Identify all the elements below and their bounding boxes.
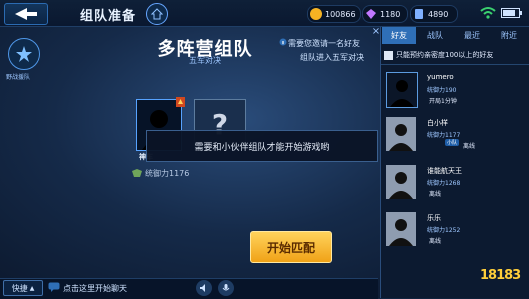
friend-power: 统御力190 (427, 87, 457, 94)
friend-name: 乐乐 (427, 214, 441, 222)
invite-hint-2: 组队进入五军对决 (300, 53, 364, 62)
friend-status: 离线 (429, 191, 442, 198)
friend-item[interactable]: 白小样 统御力1177 小队 离线 (383, 115, 529, 155)
avatar (386, 117, 416, 151)
back-button[interactable] (4, 3, 48, 25)
chevron-up-icon: ▲ (29, 284, 35, 292)
friend-status: 开局1分钟 (429, 98, 457, 105)
tab-recent[interactable]: 最近 (455, 27, 489, 44)
invite-hint: 需要您邀请一名好友 (288, 39, 360, 48)
friend-item[interactable]: yumero 统御力190 开局1分钟 (383, 70, 529, 110)
battery-icon (501, 8, 522, 18)
diamond-icon (366, 9, 376, 19)
squad-badge: 小队 (445, 139, 460, 146)
friend-status: 离线 (429, 238, 442, 245)
start-match-button[interactable]: 开始匹配 (250, 231, 332, 263)
back-arrow-icon (15, 8, 37, 20)
watermark-logo: 18183 (480, 268, 521, 283)
friend-item[interactable]: 谁能航天王 统御力1268 离线 (383, 163, 529, 203)
page-title: 组队准备 (80, 9, 137, 24)
reserve-filter-row[interactable]: 只能预约亲密度100以上的好友 (381, 46, 529, 65)
friend-name: yumero (427, 73, 454, 81)
friend-name: 白小样 (427, 119, 448, 127)
tab-clan[interactable]: 战队 (418, 27, 452, 44)
info-icon (279, 38, 287, 46)
microphone-icon (222, 284, 230, 291)
friend-power: 统御力1252 (427, 227, 461, 234)
friend-name: 谁能航天王 (427, 167, 462, 175)
star-badge-icon (16, 46, 32, 62)
home-icon (151, 8, 163, 20)
speaker-icon (200, 284, 205, 292)
chat-bubble-icon (48, 282, 60, 292)
toast-message: 需要和小伙伴组队才能开始游戏哟 (146, 130, 378, 162)
player-power: 统御力1176 (145, 169, 190, 178)
avatar (386, 165, 416, 199)
team-panel-button[interactable] (8, 38, 40, 70)
friend-power: 统御力1177 (427, 132, 461, 139)
wifi-icon (480, 7, 496, 19)
reserve-label: 只能预约亲密度100以上的好友 (396, 51, 494, 59)
mode-subtitle: 五军对决 (189, 56, 221, 65)
avatar (386, 72, 418, 108)
power-icon (132, 169, 142, 177)
chat-input[interactable]: 点击这里开始聊天 (63, 283, 127, 294)
diamond-counter[interactable]: 1180 (362, 5, 408, 23)
microphone-button[interactable] (218, 280, 234, 296)
reserve-checkbox[interactable] (384, 50, 393, 60)
rank-badge-icon (176, 97, 185, 107)
friend-power: 统御力1268 (427, 180, 461, 187)
close-icon[interactable]: × (370, 26, 382, 38)
friend-item[interactable]: 乐乐 统御力1252 离线 (383, 210, 529, 250)
voucher-counter[interactable]: 4890 (410, 5, 458, 23)
tab-friends[interactable]: 好友 (382, 27, 416, 44)
voucher-icon (415, 9, 423, 19)
tab-nearby[interactable]: 附近 (492, 27, 526, 44)
gold-counter[interactable]: 100866 (307, 5, 361, 23)
quick-chat-button[interactable]: 快捷 ▲ (3, 280, 43, 296)
gold-coin-icon (310, 8, 322, 20)
speaker-button[interactable] (196, 280, 212, 296)
friend-status: 离线 (463, 143, 476, 150)
avatar (386, 212, 416, 246)
team-panel-label: 野战援队 (6, 74, 31, 81)
home-button[interactable] (146, 3, 168, 25)
quick-chat-label: 快捷 (11, 283, 28, 293)
